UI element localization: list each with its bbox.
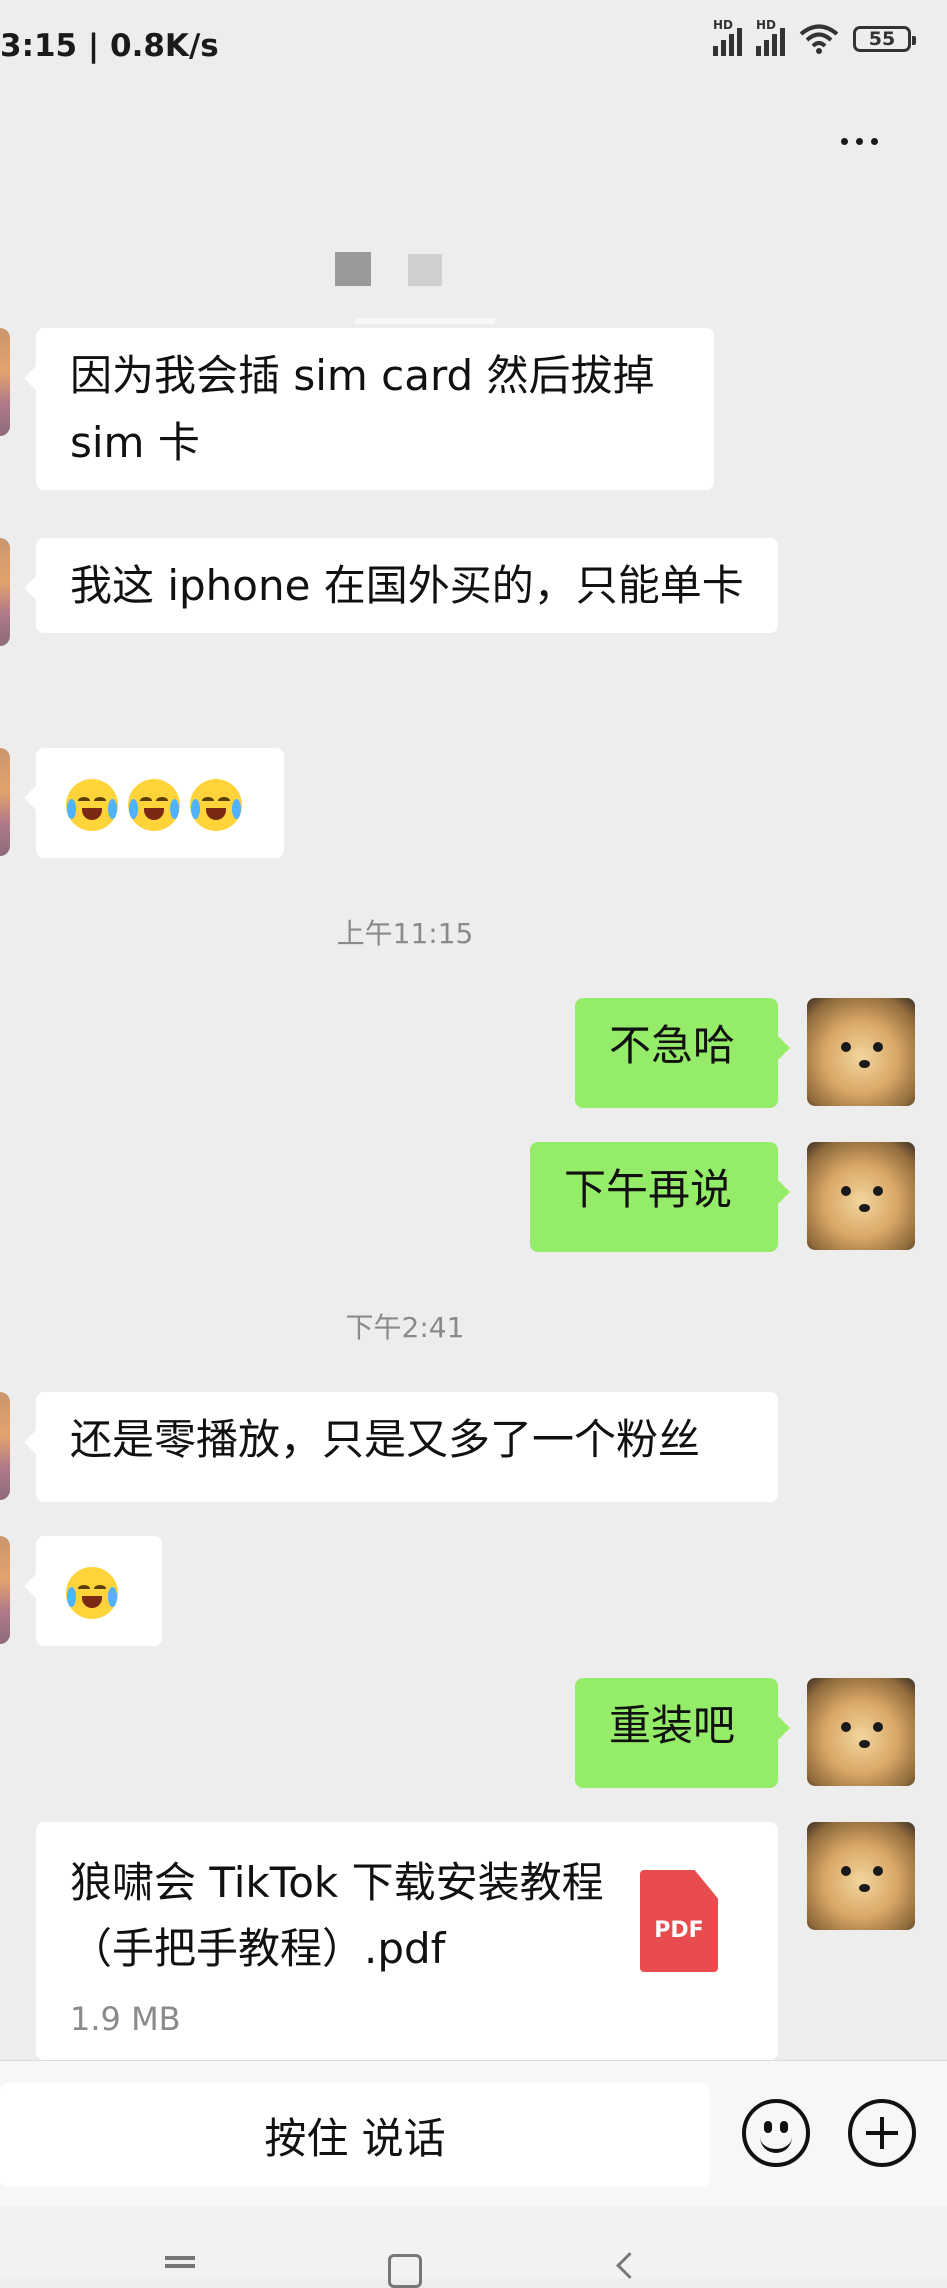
message-text: 不急哈: [609, 1021, 736, 1070]
plus-icon[interactable]: [848, 2099, 916, 2167]
message-text: 重装吧: [609, 1701, 736, 1750]
message-text: 还是零播放，只是又多了一个粉丝: [70, 1415, 701, 1464]
file-name: 狼啸会 TikTok 下载安装教程（手把手教程）.pdf: [70, 1858, 604, 1973]
status-icons: HD HD 55: [713, 18, 916, 56]
avatar-self[interactable]: [807, 1678, 915, 1786]
signal-icon: HD: [713, 18, 742, 56]
message-bubble-outgoing[interactable]: 下午再说: [530, 1142, 790, 1252]
system-nav-bar: [0, 2206, 947, 2288]
battery-level: 55: [868, 28, 896, 50]
battery-icon: 55: [853, 26, 916, 52]
wifi-icon: [799, 24, 839, 54]
status-bar: 3:15 | 0.8K/s HD HD 55: [0, 0, 947, 96]
crying-laughing-emoji-icon: [128, 778, 180, 831]
avatar[interactable]: [0, 1392, 10, 1500]
message-bubble[interactable]: [24, 1536, 162, 1646]
home-icon[interactable]: [388, 2254, 422, 2288]
message-bubble[interactable]: 还是零播放，只是又多了一个粉丝: [24, 1392, 778, 1502]
message-bubble-outgoing[interactable]: 不急哈: [575, 998, 790, 1108]
avatar[interactable]: [0, 1536, 10, 1644]
timestamp: 上午11:15: [336, 917, 474, 950]
file-size: 1.9 MB: [70, 2000, 181, 2038]
avatar-self[interactable]: [807, 1142, 915, 1250]
message-bubble-outgoing[interactable]: 重装吧: [575, 1678, 790, 1788]
message-text: 我这 iphone 在国外买的，只能单卡: [70, 561, 744, 610]
signal-icon: HD: [756, 18, 785, 56]
input-bar: 按住 说话: [0, 2060, 947, 2206]
message-bubble[interactable]: [24, 748, 284, 858]
avatar-self[interactable]: [807, 1822, 915, 1930]
crying-laughing-emoji-icon: [66, 778, 118, 831]
blurred-title: [408, 254, 442, 286]
message-bubble[interactable]: 因为我会插 sim card 然后拔掉 sim 卡: [24, 328, 714, 490]
smiley-icon[interactable]: [742, 2099, 810, 2167]
back-icon[interactable]: [616, 2252, 643, 2279]
message-bubble[interactable]: 我这 iphone 在国外买的，只能单卡: [24, 538, 778, 633]
avatar[interactable]: [0, 748, 10, 856]
crying-laughing-emoji-icon: [66, 1566, 118, 1619]
message-text: 下午再说: [564, 1165, 733, 1214]
timestamp: 下午2:41: [345, 1311, 465, 1344]
avatar[interactable]: [0, 328, 10, 436]
pdf-badge: PDF: [654, 1917, 704, 1943]
file-message-card[interactable]: 狼啸会 TikTok 下载安装教程（手把手教程）.pdf 1.9 MB PDF: [36, 1822, 778, 2060]
more-dots-icon[interactable]: [841, 126, 891, 156]
pdf-file-icon: PDF: [640, 1870, 718, 1972]
avatar-self[interactable]: [807, 998, 915, 1106]
hold-to-talk-button[interactable]: 按住 说话: [0, 2083, 710, 2187]
blurred-title: [335, 252, 371, 286]
blurred-title: [355, 318, 495, 324]
menu-icon[interactable]: [165, 2256, 195, 2260]
crying-laughing-emoji-icon: [190, 778, 242, 831]
avatar[interactable]: [0, 538, 10, 646]
message-text: 因为我会插 sim card 然后拔掉 sim 卡: [70, 351, 655, 467]
status-time-speed: 3:15 | 0.8K/s: [0, 28, 219, 64]
